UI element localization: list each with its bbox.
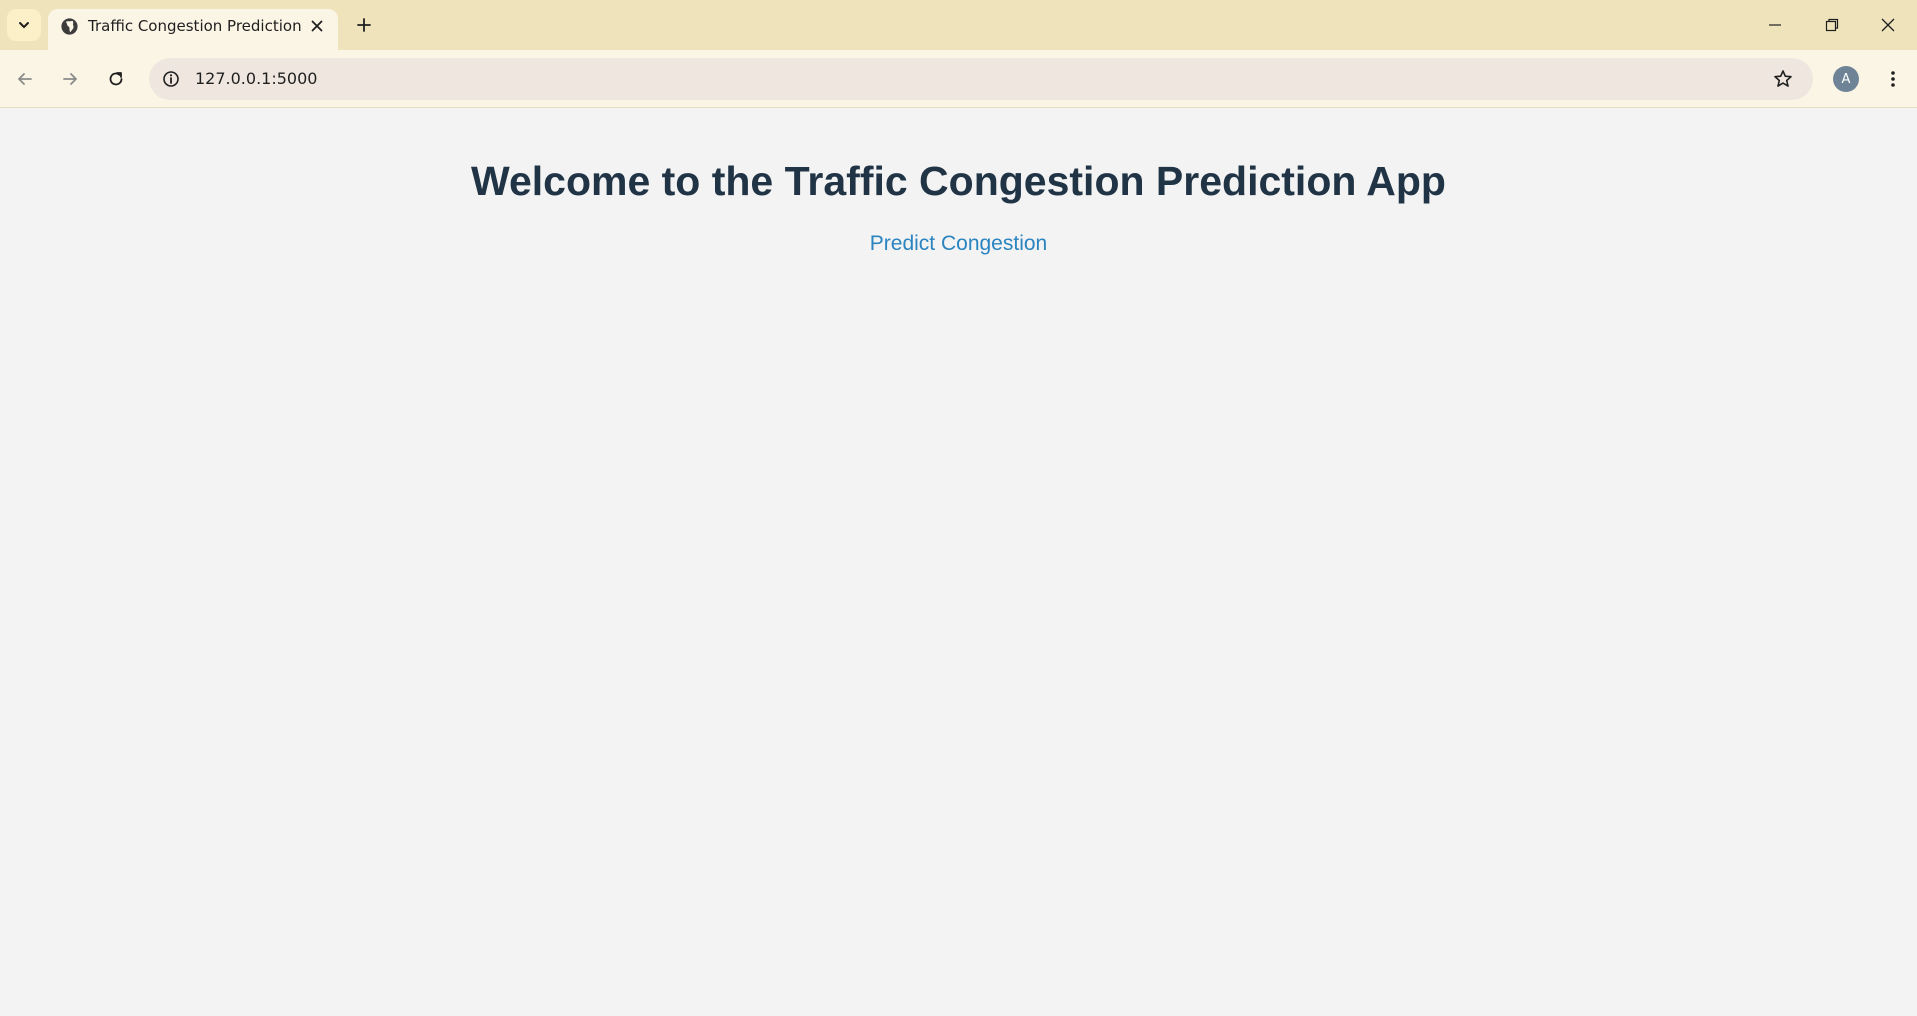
arrow-right-icon xyxy=(63,73,77,85)
page-title: Welcome to the Traffic Congestion Predic… xyxy=(471,158,1446,204)
browser-menu-button[interactable] xyxy=(1878,64,1908,94)
restore-button[interactable] xyxy=(1817,10,1847,40)
url-text[interactable]: 127.0.0.1:5000 xyxy=(195,69,317,89)
forward-button[interactable] xyxy=(55,64,85,94)
bookmark-button[interactable] xyxy=(1771,67,1795,91)
tab-search-button[interactable] xyxy=(7,9,41,41)
site-info-button[interactable] xyxy=(159,67,183,91)
page-content: Welcome to the Traffic Congestion Predic… xyxy=(0,109,1917,1016)
minimize-icon xyxy=(1769,24,1781,26)
more-vertical-icon xyxy=(1891,71,1895,87)
chevron-down-icon xyxy=(19,22,29,28)
close-icon xyxy=(1881,18,1895,32)
close-window-button[interactable] xyxy=(1873,10,1903,40)
predict-congestion-label[interactable]: Predict Congestion xyxy=(870,232,1047,255)
close-icon xyxy=(311,20,323,32)
plus-icon xyxy=(357,18,371,32)
restore-icon xyxy=(1825,18,1839,32)
tab-close-button[interactable] xyxy=(306,15,328,37)
arrow-left-icon xyxy=(18,73,32,85)
new-tab-button[interactable] xyxy=(352,13,376,37)
profile-avatar[interactable]: A xyxy=(1833,66,1859,92)
reload-icon xyxy=(109,72,123,86)
minimize-button[interactable] xyxy=(1760,10,1790,40)
address-bar[interactable]: 127.0.0.1:5000 xyxy=(149,58,1813,100)
tab-title: Traffic Congestion Prediction xyxy=(88,17,302,35)
reload-button[interactable] xyxy=(101,64,131,94)
globe-icon xyxy=(61,18,78,35)
info-icon xyxy=(163,71,179,87)
tab-strip: Traffic Congestion Prediction xyxy=(0,0,1917,50)
predict-congestion-link[interactable]: Predict Congestion xyxy=(0,231,1917,257)
star-icon xyxy=(1774,70,1792,87)
back-button[interactable] xyxy=(10,64,40,94)
browser-toolbar: 127.0.0.1:5000 A xyxy=(0,50,1917,108)
active-tab[interactable]: Traffic Congestion Prediction xyxy=(48,9,338,50)
